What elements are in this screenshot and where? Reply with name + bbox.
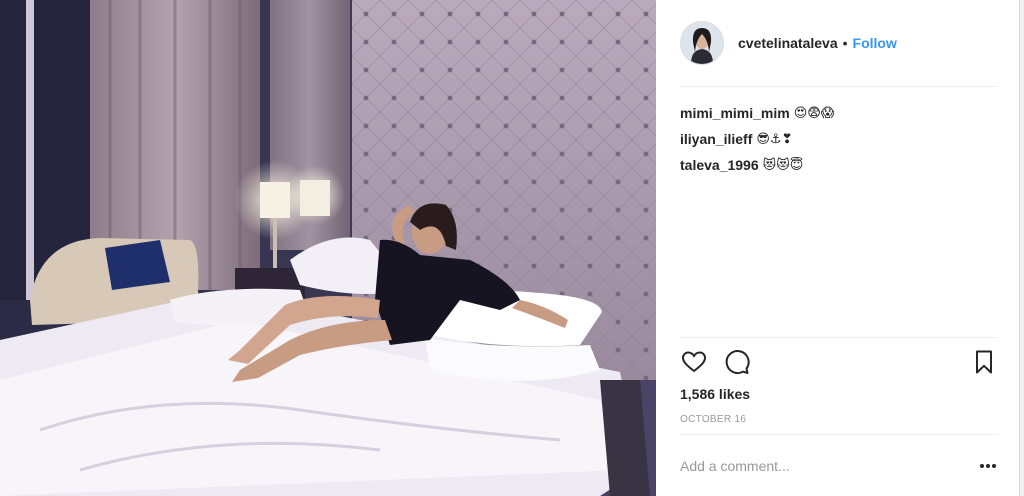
follow-button[interactable]: Follow — [853, 35, 897, 51]
like-button[interactable] — [680, 348, 708, 376]
more-options-icon — [980, 464, 996, 468]
post-photo[interactable] — [0, 0, 656, 496]
post-header: cvetelinataleva • Follow — [680, 20, 998, 66]
comment-username[interactable]: mimi_mimi_mim — [680, 105, 790, 121]
avatar[interactable] — [680, 21, 724, 65]
bookmark-icon — [976, 350, 992, 374]
comment-box — [680, 448, 998, 484]
avatar-image — [681, 22, 723, 64]
author-username[interactable]: cvetelinataleva — [738, 35, 838, 51]
comment-text: 😍😨😱 — [793, 105, 835, 121]
comment-username[interactable]: iliyan_ilieff — [680, 131, 752, 147]
comments-list: mimi_mimi_mim 😍😨😱 iliyan_ilieff 😎⚓❣ tale… — [680, 100, 998, 178]
comment-button[interactable] — [722, 348, 750, 376]
heart-icon — [681, 351, 707, 373]
likes-count[interactable]: 1,586 likes — [680, 386, 750, 402]
comment-box-divider — [680, 434, 998, 435]
post-date[interactable]: OCTOBER 16 — [680, 414, 746, 425]
comment-text: 😎⚓❣ — [756, 131, 793, 147]
post-actions — [680, 346, 998, 380]
scrollbar-edge — [1020, 0, 1024, 496]
comment-item: iliyan_ilieff 😎⚓❣ — [680, 126, 998, 152]
header-divider — [680, 86, 998, 87]
comment-username[interactable]: taleva_1996 — [680, 157, 759, 173]
save-button[interactable] — [970, 348, 998, 376]
more-options-button[interactable] — [978, 456, 998, 476]
comment-item: taleva_1996 😻😻😇 — [680, 152, 998, 178]
actions-divider — [680, 337, 998, 338]
comment-input[interactable] — [680, 458, 960, 474]
hotel-room-photo — [0, 0, 656, 496]
comment-icon — [725, 350, 750, 374]
comment-item: mimi_mimi_mim 😍😨😱 — [680, 100, 998, 126]
post-details-panel: cvetelinataleva • Follow mimi_mimi_mim 😍… — [656, 0, 1020, 496]
comment-text: 😻😻😇 — [762, 157, 804, 173]
header-separator: • — [842, 35, 848, 51]
